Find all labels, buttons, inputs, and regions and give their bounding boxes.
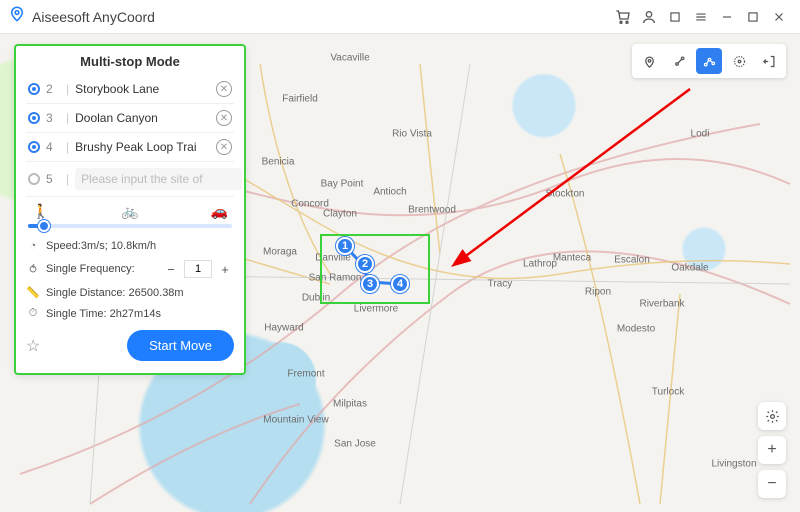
panel-title: Multi-stop Mode	[26, 54, 234, 69]
zoom-out-button[interactable]: −	[758, 470, 786, 498]
stop-radio-icon[interactable]	[28, 112, 40, 124]
freq-value-input[interactable]	[184, 260, 212, 278]
freq-plus-button[interactable]: +	[216, 260, 234, 278]
time-row: ⏱ Single Time: 2h27m14s	[26, 303, 234, 324]
ruler-icon: 📏	[26, 286, 40, 299]
app-title: Aiseesoft AnyCoord	[32, 9, 155, 25]
stop-name-label: Doolan Canyon	[75, 111, 210, 125]
multistop-panel: Multi-stop Mode 2 | Storybook Lane ✕ 3 |…	[14, 44, 246, 375]
distance-row: 📏 Single Distance: 26500.38m	[26, 282, 234, 303]
clear-stop-icon[interactable]: ✕	[216, 81, 232, 97]
frequency-icon: ⥀	[26, 263, 40, 276]
frequency-row: ⥀ Single Frequency: − +	[26, 256, 234, 282]
stop-row[interactable]: 2 | Storybook Lane ✕	[26, 75, 234, 104]
zoom-controls: + −	[758, 402, 786, 498]
map-waypoint-2[interactable]: 2	[356, 255, 374, 273]
time-label: Single Time: 2h27m14s	[46, 308, 161, 320]
zoom-in-button[interactable]: +	[758, 436, 786, 464]
panel-footer: ☆ Start Move	[26, 330, 234, 361]
window-minimize-icon[interactable]	[714, 4, 740, 30]
map-waypoint-3[interactable]: 3	[361, 275, 379, 293]
map-area[interactable]: Vacaville Fairfield Rio Vista Galt Lodi …	[0, 34, 800, 512]
stop-radio-icon[interactable]	[28, 83, 40, 95]
stop-number: 3	[46, 111, 60, 125]
speedometer-icon: ◔	[26, 240, 40, 252]
clear-stop-icon[interactable]: ✕	[216, 110, 232, 126]
stop-name-label: Brushy Peak Loop Trai	[75, 140, 210, 154]
mode-one-stop-icon[interactable]	[666, 48, 692, 74]
stop-row[interactable]: 5 |	[26, 162, 234, 197]
distance-label: Single Distance: 26500.38m	[46, 287, 184, 299]
slider-thumb[interactable]	[38, 220, 50, 232]
frequency-stepper: − +	[162, 260, 234, 278]
user-icon[interactable]	[636, 4, 662, 30]
stop-row[interactable]: 4 | Brushy Peak Loop Trai ✕	[26, 133, 234, 162]
mode-modify-location-icon[interactable]	[636, 48, 662, 74]
speed-row: ◔ Speed:3m/s; 10.8km/h	[26, 236, 234, 256]
travel-walk-icon[interactable]: 🚶	[32, 203, 49, 220]
mode-joystick-icon[interactable]	[726, 48, 752, 74]
map-waypoint-1[interactable]: 1	[336, 237, 354, 255]
freq-minus-button[interactable]: −	[162, 260, 180, 278]
speed-label: Speed:3m/s; 10.8km/h	[46, 240, 156, 252]
titlebar: Aiseesoft AnyCoord	[0, 0, 800, 34]
mode-multi-stop-icon[interactable]	[696, 48, 722, 74]
stop-input[interactable]	[75, 168, 242, 190]
frequency-label: Single Frequency:	[46, 263, 135, 275]
clear-stop-icon[interactable]: ✕	[216, 139, 232, 155]
travel-car-icon[interactable]: 🚗	[211, 203, 228, 220]
app-logo-icon	[8, 5, 26, 28]
stop-radio-icon[interactable]	[28, 141, 40, 153]
cart-icon[interactable]	[610, 4, 636, 30]
mode-toolbar	[632, 44, 786, 78]
stop-number: 2	[46, 82, 60, 96]
window-maximize-icon[interactable]	[740, 4, 766, 30]
mode-exit-icon[interactable]	[756, 48, 782, 74]
travel-bike-icon[interactable]: 🚲	[121, 203, 138, 220]
stop-row[interactable]: 3 | Doolan Canyon ✕	[26, 104, 234, 133]
window-restore-icon[interactable]	[662, 4, 688, 30]
stop-number: 5	[46, 172, 60, 186]
menu-icon[interactable]	[688, 4, 714, 30]
speed-slider[interactable]	[28, 224, 232, 228]
travel-mode-row: 🚶 🚲 🚗	[26, 197, 234, 220]
map-waypoint-4[interactable]: 4	[391, 275, 409, 293]
clock-icon: ⏱	[26, 307, 40, 320]
stop-number: 4	[46, 140, 60, 154]
window-close-icon[interactable]	[766, 4, 792, 30]
stop-name-label: Storybook Lane	[75, 82, 210, 96]
favorite-icon[interactable]: ☆	[26, 336, 40, 356]
stop-radio-icon[interactable]	[28, 173, 40, 185]
map-settings-icon[interactable]	[758, 402, 786, 430]
start-move-button[interactable]: Start Move	[127, 330, 234, 361]
